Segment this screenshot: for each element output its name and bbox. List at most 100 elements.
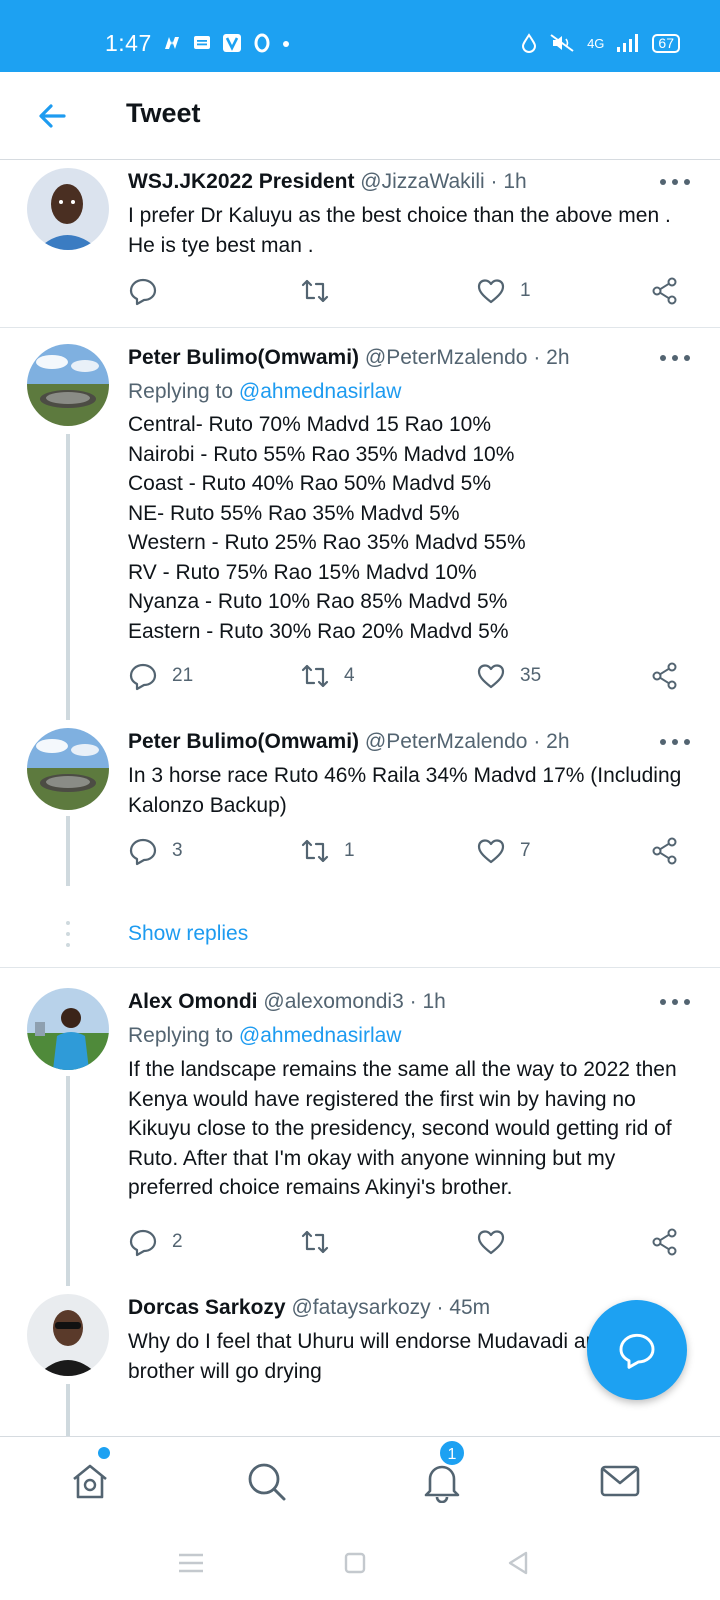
network-type: 4G	[587, 35, 605, 51]
more-replies-dots-icon	[66, 921, 70, 947]
like-count: 35	[520, 665, 542, 686]
n-app-icon	[165, 37, 179, 49]
avatar[interactable]	[27, 168, 109, 250]
share-button[interactable]	[650, 836, 680, 866]
reply-count: 3	[172, 840, 183, 861]
tweet-0[interactable]: WSJ.JK2022 President @JizzaWakili · 1h I…	[0, 160, 720, 328]
like-count: 7	[520, 840, 531, 861]
tweet-2[interactable]: Peter Bulimo(Omwami) @PeterMzalendo · 2h…	[0, 720, 720, 900]
mute-icon	[550, 34, 574, 52]
heart-icon	[477, 839, 505, 864]
avatar-image	[27, 728, 109, 810]
tweet-actions: 2	[128, 1227, 698, 1261]
tweet-header-line: Peter Bulimo(Omwami) @PeterMzalendo · 2h	[128, 730, 690, 754]
avatar-image	[27, 988, 109, 1070]
tweet-line: Western - Ruto 25% Rao 35% Madvd 55%	[128, 531, 526, 554]
avatar-image	[27, 344, 109, 426]
share-icon	[652, 662, 677, 690]
reply-icon	[129, 1229, 157, 1257]
nav-notifications[interactable]: 1	[420, 1439, 466, 1504]
nav-home[interactable]	[68, 1447, 112, 1503]
like-button[interactable]: 35	[476, 661, 541, 691]
search-icon	[248, 1463, 286, 1501]
tweet-text: I prefer Dr Kaluyu as the best choice th…	[128, 204, 671, 257]
author-handle[interactable]: @fataysarkozy	[291, 1296, 430, 1319]
new-content-dot	[98, 1447, 110, 1459]
retweet-button[interactable]	[300, 1227, 344, 1257]
mention-link[interactable]: @ahmednasirlaw	[239, 1024, 402, 1047]
more-options-icon[interactable]	[658, 996, 692, 1008]
avatar[interactable]	[27, 728, 109, 810]
back-arrow-icon[interactable]	[34, 98, 70, 134]
status-bar: 1:47 4G 67	[0, 0, 720, 72]
retweet-button[interactable]: 4	[300, 661, 355, 691]
tweet-actions: 21 4 35	[128, 661, 698, 695]
author-name[interactable]: Peter Bulimo(Omwami)	[128, 730, 359, 753]
author-handle[interactable]: @JizzaWakili	[360, 170, 484, 193]
nav-search[interactable]	[244, 1459, 288, 1503]
reply-button[interactable]: 3	[128, 836, 183, 866]
tweet-1[interactable]: Peter Bulimo(Omwami) @PeterMzalendo · 2h…	[0, 328, 720, 720]
nav-messages[interactable]	[598, 1459, 642, 1503]
battery-icon: 67	[652, 33, 680, 53]
separator: ·	[490, 170, 498, 193]
home-button-icon[interactable]	[340, 1550, 370, 1576]
separator: ·	[533, 346, 541, 369]
replying-to: Replying to @ahmednasirlaw	[128, 380, 401, 404]
back-button-icon[interactable]	[504, 1550, 534, 1576]
reply-button[interactable]: 2	[128, 1227, 183, 1257]
avatar[interactable]	[27, 988, 109, 1070]
reply-icon	[129, 663, 157, 691]
separator: ·	[409, 990, 417, 1013]
reply-button[interactable]	[128, 276, 172, 306]
tweet-line: Central- Ruto 70% Madvd 15 Rao 10%	[128, 413, 492, 436]
retweet-button[interactable]	[300, 276, 344, 306]
thread-line	[66, 1384, 70, 1436]
tweet-text: Central- Ruto 70% Madvd 15 Rao 10% Nairo…	[128, 410, 698, 646]
avatar-image	[27, 168, 109, 250]
author-handle[interactable]: @alexomondi3	[263, 990, 403, 1013]
author-handle[interactable]: @PeterMzalendo	[365, 730, 528, 753]
recents-icon[interactable]	[176, 1550, 206, 1576]
data-saver-icon	[522, 33, 537, 53]
mail-icon	[600, 1465, 640, 1497]
like-button[interactable]: 7	[476, 836, 531, 866]
share-button[interactable]	[650, 276, 680, 306]
author-name[interactable]: WSJ.JK2022 President	[128, 170, 354, 193]
more-options-icon[interactable]	[658, 352, 692, 364]
more-options-icon[interactable]	[658, 736, 692, 748]
author-name[interactable]: Peter Bulimo(Omwami)	[128, 346, 359, 369]
more-options-icon[interactable]	[658, 176, 692, 188]
page-title: Tweet	[126, 98, 201, 128]
reply-icon	[129, 838, 157, 866]
like-button[interactable]: 1	[476, 276, 531, 306]
timestamp: 2h	[546, 346, 570, 369]
separator: ·	[436, 1296, 444, 1319]
avatar-image	[27, 1294, 109, 1376]
tweet-line: NE- Ruto 55% Rao 35% Madvd 5%	[128, 501, 460, 525]
home-icon	[73, 1464, 107, 1499]
share-icon	[652, 837, 677, 865]
author-name[interactable]: Dorcas Sarkozy	[128, 1296, 286, 1319]
o-app-icon	[254, 33, 270, 53]
author-name[interactable]: Alex Omondi	[128, 990, 258, 1013]
system-navigation	[0, 1526, 720, 1600]
tweet-header-line: Peter Bulimo(Omwami) @PeterMzalendo · 2h	[128, 346, 690, 370]
avatar[interactable]	[27, 1294, 109, 1376]
mention-link[interactable]: @ahmednasirlaw	[239, 380, 402, 403]
reply-count: 21	[172, 665, 194, 686]
tweet-line: Nairobi - Ruto 55% Rao 35% Madvd 10%	[128, 442, 515, 466]
share-button[interactable]	[650, 1227, 680, 1257]
avatar[interactable]	[27, 344, 109, 426]
reply-button[interactable]: 21	[128, 661, 193, 691]
tweet-line: Nyanza - Ruto 10% Rao 85% Madvd 5%	[128, 590, 508, 613]
retweet-button[interactable]: 1	[300, 836, 355, 866]
show-replies-link[interactable]: Show replies	[128, 922, 248, 946]
timestamp: 2h	[546, 730, 570, 753]
tweet-header-line: Alex Omondi @alexomondi3 · 1h	[128, 990, 690, 1014]
author-handle[interactable]: @PeterMzalendo	[365, 346, 528, 369]
like-button[interactable]	[476, 1227, 520, 1257]
compose-reply-button[interactable]	[587, 1300, 687, 1400]
share-button[interactable]	[650, 661, 680, 691]
tweet-3[interactable]: Alex Omondi @alexomondi3 · 1h Replying t…	[0, 968, 720, 1286]
